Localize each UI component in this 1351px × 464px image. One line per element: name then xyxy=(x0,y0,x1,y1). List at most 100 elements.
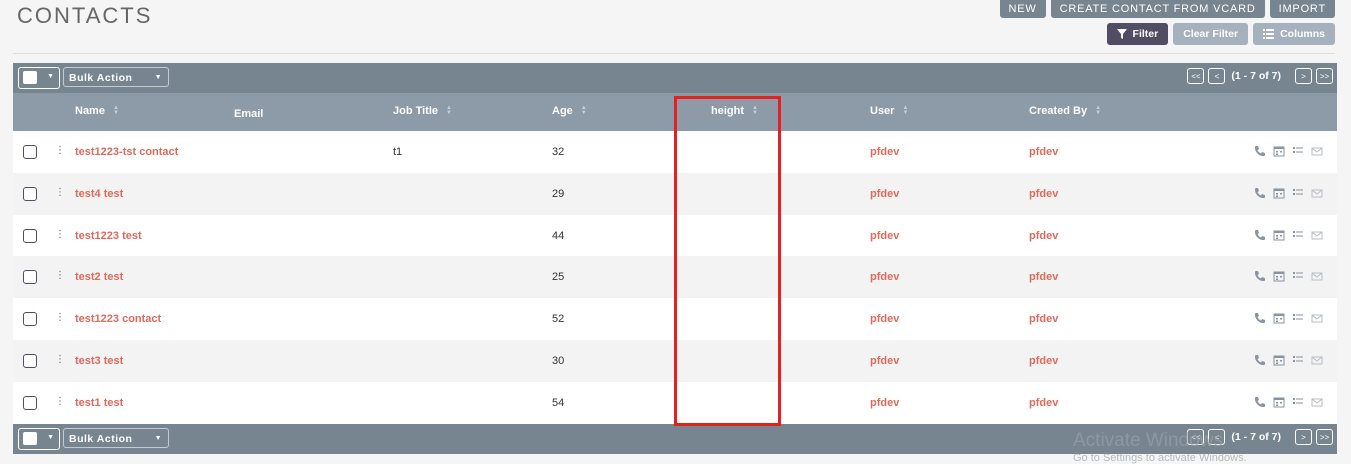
row-actions-icon[interactable]: ⋮ xyxy=(55,145,65,156)
sort-icon[interactable]: ▲ ▼ xyxy=(581,105,587,116)
email-icon[interactable] xyxy=(1311,354,1323,366)
age-cell: 44 xyxy=(552,229,565,242)
user-link[interactable]: pfdev xyxy=(870,230,899,242)
email-icon[interactable] xyxy=(1311,396,1323,408)
contact-name-link[interactable]: test1223 test xyxy=(75,230,142,242)
filter-button[interactable]: Filter xyxy=(1106,23,1169,45)
select-all-dropdown[interactable]: ▼ xyxy=(18,428,60,450)
row-checkbox[interactable] xyxy=(23,312,37,327)
columns-label: Columns xyxy=(1280,28,1325,40)
select-all-dropdown[interactable]: ▼ xyxy=(18,67,60,89)
user-link[interactable]: pfdev xyxy=(870,313,899,325)
phone-icon[interactable] xyxy=(1254,312,1266,324)
row-actions-icon[interactable]: ⋮ xyxy=(55,229,65,240)
task-list-icon[interactable] xyxy=(1292,354,1304,366)
task-list-icon[interactable] xyxy=(1292,270,1304,282)
task-list-icon[interactable] xyxy=(1292,396,1304,408)
sort-icon[interactable]: ▲ ▼ xyxy=(446,105,452,116)
select-all-checkbox[interactable] xyxy=(23,71,37,84)
row-checkbox[interactable] xyxy=(23,186,37,201)
user-link[interactable]: pfdev xyxy=(870,355,899,367)
calendar-icon[interactable] xyxy=(1273,312,1285,324)
last-page-button[interactable]: >> xyxy=(1316,429,1333,445)
calendar-icon[interactable] xyxy=(1273,145,1285,157)
contact-name-link[interactable]: test3 test xyxy=(75,355,123,367)
column-header-user[interactable]: User ▲ ▼ xyxy=(870,105,908,117)
contact-name-link[interactable]: test4 test xyxy=(75,188,123,200)
calendar-icon[interactable] xyxy=(1273,270,1285,282)
email-icon[interactable] xyxy=(1311,187,1323,199)
created-by-link[interactable]: pfdev xyxy=(1029,230,1058,242)
page-count: (1 - 7 of 7) xyxy=(1231,70,1281,82)
row-actions-icon[interactable]: ⋮ xyxy=(55,396,65,407)
email-icon[interactable] xyxy=(1311,145,1323,157)
user-link[interactable]: pfdev xyxy=(870,271,899,283)
row-checkbox[interactable] xyxy=(23,395,37,410)
row-actions-icon[interactable]: ⋮ xyxy=(55,312,65,323)
next-page-button[interactable]: > xyxy=(1295,68,1312,84)
phone-icon[interactable] xyxy=(1254,145,1266,157)
created-by-link[interactable]: pfdev xyxy=(1029,188,1058,200)
row-checkbox[interactable] xyxy=(23,270,37,285)
clear-filter-button[interactable]: Clear Filter xyxy=(1173,23,1249,45)
first-page-button[interactable]: << xyxy=(1187,68,1205,84)
task-list-icon[interactable] xyxy=(1292,145,1304,157)
bulk-action-dropdown[interactable]: Bulk Action ▼ xyxy=(63,67,169,87)
contact-name-link[interactable]: test1 test xyxy=(75,397,123,409)
columns-button[interactable]: Columns xyxy=(1253,23,1335,45)
row-actions-icon[interactable]: ⋮ xyxy=(55,187,65,198)
sort-icon[interactable]: ▲ ▼ xyxy=(113,105,119,116)
contact-name-link[interactable]: test1223-tst contact xyxy=(75,146,178,158)
import-button[interactable]: IMPORT xyxy=(1269,0,1335,18)
bulk-action-dropdown[interactable]: Bulk Action ▼ xyxy=(63,428,169,448)
column-header-age[interactable]: Age ▲ ▼ xyxy=(552,105,587,117)
phone-icon[interactable] xyxy=(1254,229,1266,241)
created-by-link[interactable]: pfdev xyxy=(1029,397,1058,409)
row-quick-actions xyxy=(1254,187,1323,199)
row-actions-icon[interactable]: ⋮ xyxy=(55,270,65,281)
email-icon[interactable] xyxy=(1311,312,1323,324)
task-list-icon[interactable] xyxy=(1292,229,1304,241)
last-page-button[interactable]: >> xyxy=(1316,68,1333,84)
row-checkbox[interactable] xyxy=(23,145,37,159)
select-all-checkbox[interactable] xyxy=(23,432,37,445)
created-by-link[interactable]: pfdev xyxy=(1029,355,1058,367)
create-from-vcard-button[interactable]: CREATE CONTACT FROM VCARD xyxy=(1050,0,1265,18)
calendar-icon[interactable] xyxy=(1273,396,1285,408)
column-label: User xyxy=(870,105,895,117)
user-link[interactable]: pfdev xyxy=(870,397,899,409)
phone-icon[interactable] xyxy=(1254,354,1266,366)
row-quick-actions xyxy=(1254,396,1323,408)
phone-icon[interactable] xyxy=(1254,187,1266,199)
created-by-link[interactable]: pfdev xyxy=(1029,313,1058,325)
caret-down-icon: ▼ xyxy=(47,73,54,80)
prev-page-button[interactable]: < xyxy=(1208,68,1226,84)
sort-icon[interactable]: ▲ ▼ xyxy=(902,105,908,116)
calendar-icon[interactable] xyxy=(1273,187,1285,199)
created-by-link[interactable]: pfdev xyxy=(1029,146,1058,158)
sort-icon[interactable]: ▲ ▼ xyxy=(1095,105,1101,116)
column-label: Email xyxy=(234,108,264,120)
email-icon[interactable] xyxy=(1311,229,1323,241)
row-checkbox[interactable] xyxy=(23,353,37,368)
user-link[interactable]: pfdev xyxy=(870,146,899,158)
email-icon[interactable] xyxy=(1311,270,1323,282)
task-list-icon[interactable] xyxy=(1292,312,1304,324)
task-list-icon[interactable] xyxy=(1292,187,1304,199)
phone-icon[interactable] xyxy=(1254,396,1266,408)
column-header-created-by[interactable]: Created By ▲ ▼ xyxy=(1029,105,1101,117)
phone-icon[interactable] xyxy=(1254,270,1266,282)
calendar-icon[interactable] xyxy=(1273,354,1285,366)
column-header-job-title[interactable]: Job Title ▲ ▼ xyxy=(393,105,452,117)
calendar-icon[interactable] xyxy=(1273,229,1285,241)
row-checkbox[interactable] xyxy=(23,228,37,243)
created-by-link[interactable]: pfdev xyxy=(1029,271,1058,283)
row-actions-icon[interactable]: ⋮ xyxy=(55,354,65,365)
new-button[interactable]: NEW xyxy=(999,0,1046,18)
contact-name-link[interactable]: test2 test xyxy=(75,271,123,283)
next-page-button[interactable]: > xyxy=(1295,429,1312,445)
column-header-name[interactable]: Name ▲ ▼ xyxy=(75,105,119,117)
contact-name-link[interactable]: test1223 contact xyxy=(75,313,161,325)
list-toolbar-top: ▼ Bulk Action ▼ << < (1 - 7 of 7) > >> xyxy=(13,63,1337,93)
user-link[interactable]: pfdev xyxy=(870,188,899,200)
